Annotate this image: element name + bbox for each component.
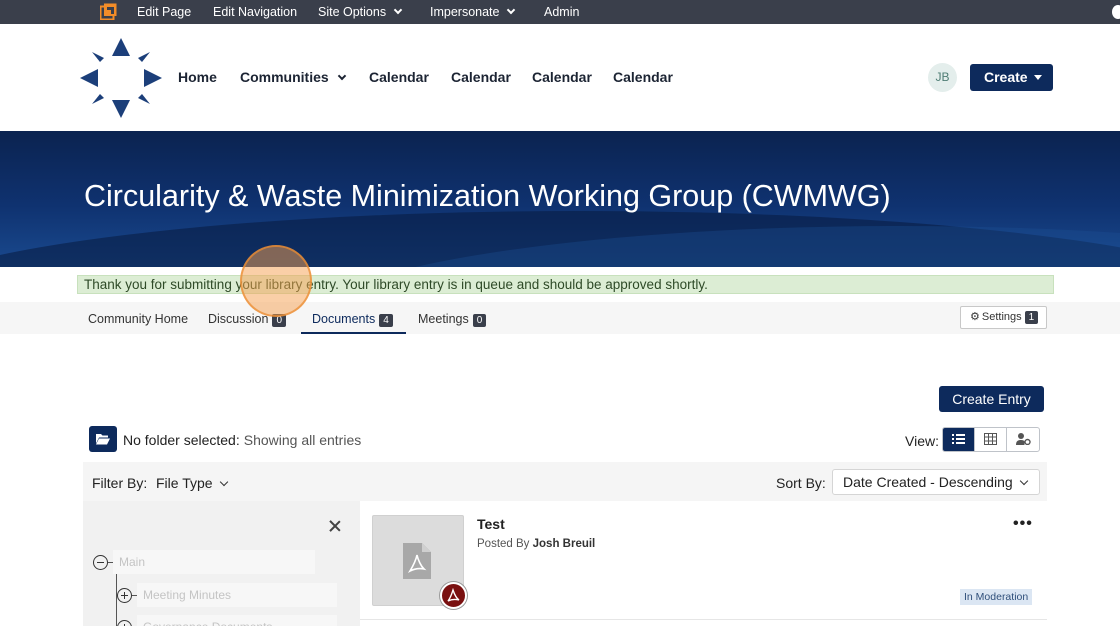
create-entry-button[interactable]: Create Entry: [939, 386, 1044, 412]
community-tabs: Community Home Discussion 0 Documents 4 Me…: [0, 302, 1120, 334]
site-options-label: Site Options: [318, 5, 387, 19]
folder-status-label: No folder selected:: [123, 432, 240, 448]
nav-calendar-3[interactable]: Calendar: [532, 69, 592, 85]
create-button[interactable]: Create: [970, 64, 1053, 91]
filter-label: Filter By:: [92, 475, 148, 491]
folder-open-icon: [96, 434, 110, 445]
folder-status: No folder selected: Showing all entries: [123, 432, 361, 448]
main-navigation: Home Communities Calendar Calendar Calen…: [0, 24, 1120, 131]
tree-node-main[interactable]: Main: [113, 550, 315, 574]
edit-page-link[interactable]: Edit Page: [137, 5, 191, 19]
expand-toggle-icon[interactable]: [117, 620, 132, 626]
sort-label: Sort By:: [776, 475, 826, 491]
folder-toggle-button[interactable]: [89, 426, 117, 452]
nav-calendar-1[interactable]: Calendar: [369, 69, 429, 85]
library-entry[interactable]: Test Posted By Josh Breuil ••• In Modera…: [360, 501, 1047, 620]
edit-navigation-link[interactable]: Edit Navigation: [213, 5, 297, 19]
list-view-button[interactable]: [943, 428, 975, 451]
filter-value: File Type: [156, 475, 213, 491]
tab-label: Documents: [312, 312, 376, 326]
grid-view-button[interactable]: [975, 428, 1007, 451]
community-title: Circularity & Waste Minimization Working…: [84, 179, 891, 213]
nav-communities[interactable]: Communities: [240, 69, 346, 85]
file-pdf-icon: [403, 543, 431, 579]
tab-documents[interactable]: Documents 4: [312, 312, 393, 327]
settings-label: Settings: [981, 311, 1022, 323]
click-indicator: [240, 245, 312, 317]
entry-title[interactable]: Test: [477, 516, 505, 532]
tree-node-meeting-minutes[interactable]: Meeting Minutes: [137, 583, 337, 607]
caret-down-icon: [1033, 75, 1042, 80]
tree-node-governance-documents[interactable]: Governance Documents: [137, 615, 337, 626]
site-builder-icon[interactable]: [100, 3, 117, 20]
user-settings-view-button[interactable]: [1007, 428, 1039, 451]
settings-button[interactable]: ⚙ Settings 1: [960, 306, 1047, 329]
chevron-down-icon: [507, 5, 516, 15]
grid-view-icon: [984, 433, 997, 445]
user-avatar[interactable]: JB: [928, 63, 957, 92]
create-button-label: Create: [984, 69, 1028, 85]
chevron-down-icon: [219, 477, 228, 487]
nav-communities-label: Communities: [240, 69, 329, 85]
view-label: View:: [905, 433, 939, 449]
impersonate-menu[interactable]: Impersonate: [430, 5, 516, 19]
entry-meta: Posted By Josh Breuil: [477, 538, 595, 550]
entry-author[interactable]: Josh Breuil: [533, 538, 596, 550]
status-badge: In Moderation: [960, 589, 1033, 605]
chevron-down-icon: [393, 5, 403, 15]
nav-calendar-2[interactable]: Calendar: [451, 69, 511, 85]
close-icon[interactable]: [329, 520, 341, 532]
count-badge: 0: [472, 314, 487, 327]
community-banner: Circularity & Waste Minimization Working…: [0, 131, 1120, 267]
tab-meetings[interactable]: Meetings 0: [418, 312, 487, 327]
tab-community-home[interactable]: Community Home: [88, 312, 188, 326]
sort-value: Date Created - Descending: [843, 474, 1013, 490]
pdf-icon: [440, 582, 467, 609]
tab-label: Meetings: [418, 312, 469, 326]
dark-mode-toggle-icon[interactable]: [1112, 5, 1120, 19]
tab-label: Discussion: [208, 312, 269, 326]
more-options-icon[interactable]: •••: [1013, 515, 1033, 533]
sort-dropdown[interactable]: Date Created - Descending: [832, 469, 1040, 495]
impersonate-label: Impersonate: [430, 5, 500, 19]
admin-bar: Edit Page Edit Navigation Site Options I…: [0, 0, 1120, 24]
list-view-icon: [952, 434, 965, 444]
folder-status-value: Showing all entries: [243, 432, 362, 448]
nav-home[interactable]: Home: [178, 69, 217, 85]
folder-tree-panel: Main Meeting Minutes Governance Document…: [83, 501, 360, 626]
admin-link[interactable]: Admin: [544, 5, 579, 19]
active-tab-indicator: [301, 332, 406, 334]
chevron-down-icon: [337, 71, 346, 81]
success-alert: Thank you for submitting your library en…: [77, 275, 1054, 294]
view-mode-group: [942, 427, 1040, 452]
gear-icon: ⚙: [970, 311, 980, 323]
compass-logo-icon[interactable]: [80, 38, 162, 118]
expand-toggle-icon[interactable]: [117, 588, 132, 603]
file-type-filter-dropdown[interactable]: File Type: [156, 475, 228, 491]
filter-bar: Filter By: File Type Sort By: Date Creat…: [83, 462, 1047, 501]
nav-calendar-4[interactable]: Calendar: [613, 69, 673, 85]
posted-by-label: Posted By: [477, 538, 530, 550]
count-badge: 1: [1024, 311, 1039, 324]
count-badge: 4: [379, 314, 393, 327]
user-settings-icon: [1016, 433, 1031, 445]
collapse-toggle-icon[interactable]: [93, 555, 108, 570]
chevron-down-icon: [1019, 476, 1029, 486]
site-options-menu[interactable]: Site Options: [318, 5, 403, 19]
